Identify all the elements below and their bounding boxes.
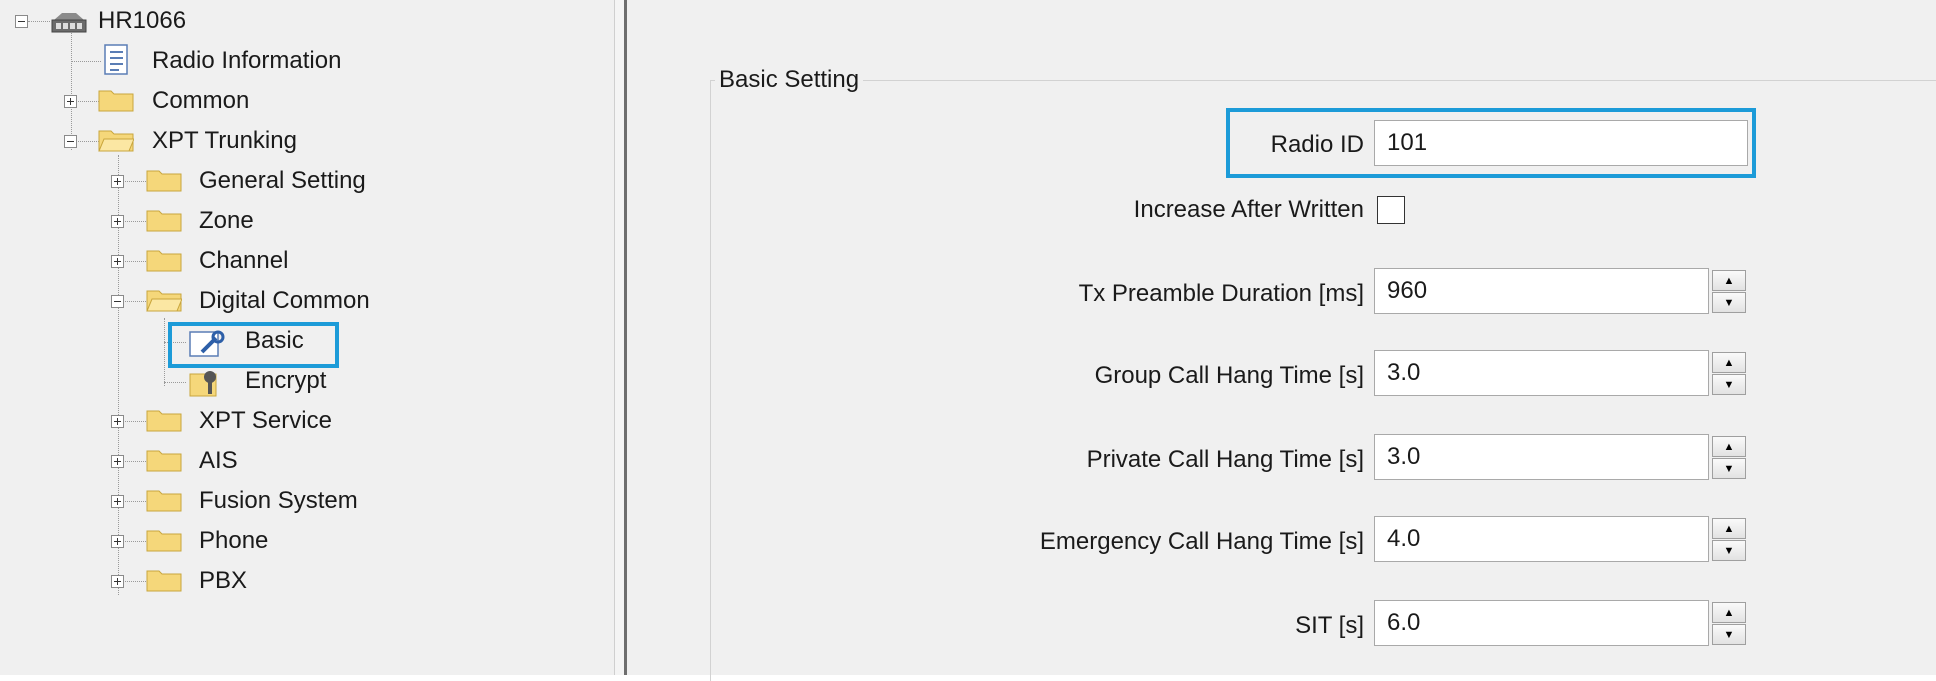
tree-item-pbx[interactable]: PBX (199, 566, 247, 596)
tree-connector (71, 61, 101, 62)
tree-connector (28, 21, 50, 22)
radio-id-label: Radio ID (1270, 131, 1364, 158)
private-call-hang-input[interactable]: 3.0 (1374, 434, 1709, 480)
tree-item-ais[interactable]: AIS (199, 446, 238, 476)
expand-toggle[interactable] (111, 535, 124, 548)
folder-icon (146, 530, 182, 552)
tree-item-digital-common[interactable]: Digital Common (199, 286, 370, 316)
spin-up-icon[interactable]: ▲ (1712, 270, 1746, 291)
folder-icon (146, 450, 182, 472)
tree-item-xpt-service[interactable]: XPT Service (199, 406, 332, 436)
spin-down-icon[interactable]: ▼ (1712, 540, 1746, 561)
emergency-call-hang-spinner: ▲ ▼ (1712, 516, 1748, 562)
folder-icon (146, 210, 182, 232)
tree-item-zone[interactable]: Zone (199, 206, 254, 236)
sit-input[interactable]: 6.0 (1374, 600, 1709, 646)
tree-item-phone[interactable]: Phone (199, 526, 268, 556)
private-call-hang-label: Private Call Hang Time [s] (1086, 446, 1364, 473)
group-call-hang-spinner: ▲ ▼ (1712, 350, 1748, 396)
sit-spinner: ▲ ▼ (1712, 600, 1748, 646)
expand-toggle[interactable] (111, 455, 124, 468)
tree-item-fusion-system[interactable]: Fusion System (199, 486, 358, 516)
open-folder-icon (146, 290, 182, 312)
expand-toggle[interactable] (111, 215, 124, 228)
key-document-icon (189, 371, 217, 397)
tree-item-radio-information[interactable]: Radio Information (152, 46, 341, 76)
increase-after-written-checkbox[interactable] (1377, 196, 1405, 224)
radio-device-icon (51, 13, 87, 33)
folder-icon (146, 490, 182, 512)
spin-down-icon[interactable]: ▼ (1712, 292, 1746, 313)
tx-preamble-spinner: ▲ ▼ (1712, 268, 1748, 314)
tree-root-label[interactable]: HR1066 (98, 6, 186, 36)
folder-icon (98, 90, 134, 112)
folder-icon (146, 410, 182, 432)
spin-up-icon[interactable]: ▲ (1712, 602, 1746, 623)
tx-preamble-input[interactable]: 960 (1374, 268, 1709, 314)
emergency-call-hang-label: Emergency Call Hang Time [s] (1039, 528, 1364, 555)
expand-toggle[interactable] (64, 95, 77, 108)
spin-up-icon[interactable]: ▲ (1712, 436, 1746, 457)
tree-item-general-setting[interactable]: General Setting (199, 166, 366, 196)
tree-item-basic[interactable]: Basic (245, 326, 304, 356)
tree-item-xpt-trunking[interactable]: XPT Trunking (152, 126, 297, 156)
collapse-toggle[interactable] (15, 15, 28, 28)
folder-icon (146, 170, 182, 192)
collapse-toggle[interactable] (111, 295, 124, 308)
expand-toggle[interactable] (111, 575, 124, 588)
tree-connector (164, 318, 165, 386)
emergency-call-hang-input[interactable]: 4.0 (1374, 516, 1709, 562)
settings-wrench-icon (189, 330, 225, 357)
sit-label: SIT [s] (1295, 612, 1364, 639)
tx-preamble-label: Tx Preamble Duration [ms] (1078, 280, 1364, 307)
expand-toggle[interactable] (111, 255, 124, 268)
document-icon (104, 44, 128, 75)
spin-down-icon[interactable]: ▼ (1712, 374, 1746, 395)
tree-connector (164, 382, 186, 383)
tree-item-common[interactable]: Common (152, 86, 249, 116)
navigation-tree: HR1066 Radio Information Common XPT Trun… (0, 0, 615, 675)
open-folder-icon (98, 130, 134, 152)
tree-item-encrypt[interactable]: Encrypt (245, 366, 326, 396)
spin-up-icon[interactable]: ▲ (1712, 352, 1746, 373)
folder-icon (146, 570, 182, 592)
expand-toggle[interactable] (111, 175, 124, 188)
folder-icon (146, 250, 182, 272)
tree-item-channel[interactable]: Channel (199, 246, 288, 276)
group-call-hang-label: Group Call Hang Time [s] (1094, 362, 1364, 389)
increase-after-written-label: Increase After Written (1133, 196, 1364, 223)
spin-down-icon[interactable]: ▼ (1712, 624, 1746, 645)
expand-toggle[interactable] (111, 495, 124, 508)
tree-connector (71, 30, 72, 150)
spin-up-icon[interactable]: ▲ (1712, 518, 1746, 539)
spin-down-icon[interactable]: ▼ (1712, 458, 1746, 479)
expand-toggle[interactable] (111, 415, 124, 428)
group-call-hang-input[interactable]: 3.0 (1374, 350, 1709, 396)
private-call-hang-spinner: ▲ ▼ (1712, 434, 1748, 480)
group-title: Basic Setting (715, 66, 864, 94)
collapse-toggle[interactable] (64, 135, 77, 148)
radio-id-input[interactable]: 101 (1374, 120, 1748, 166)
